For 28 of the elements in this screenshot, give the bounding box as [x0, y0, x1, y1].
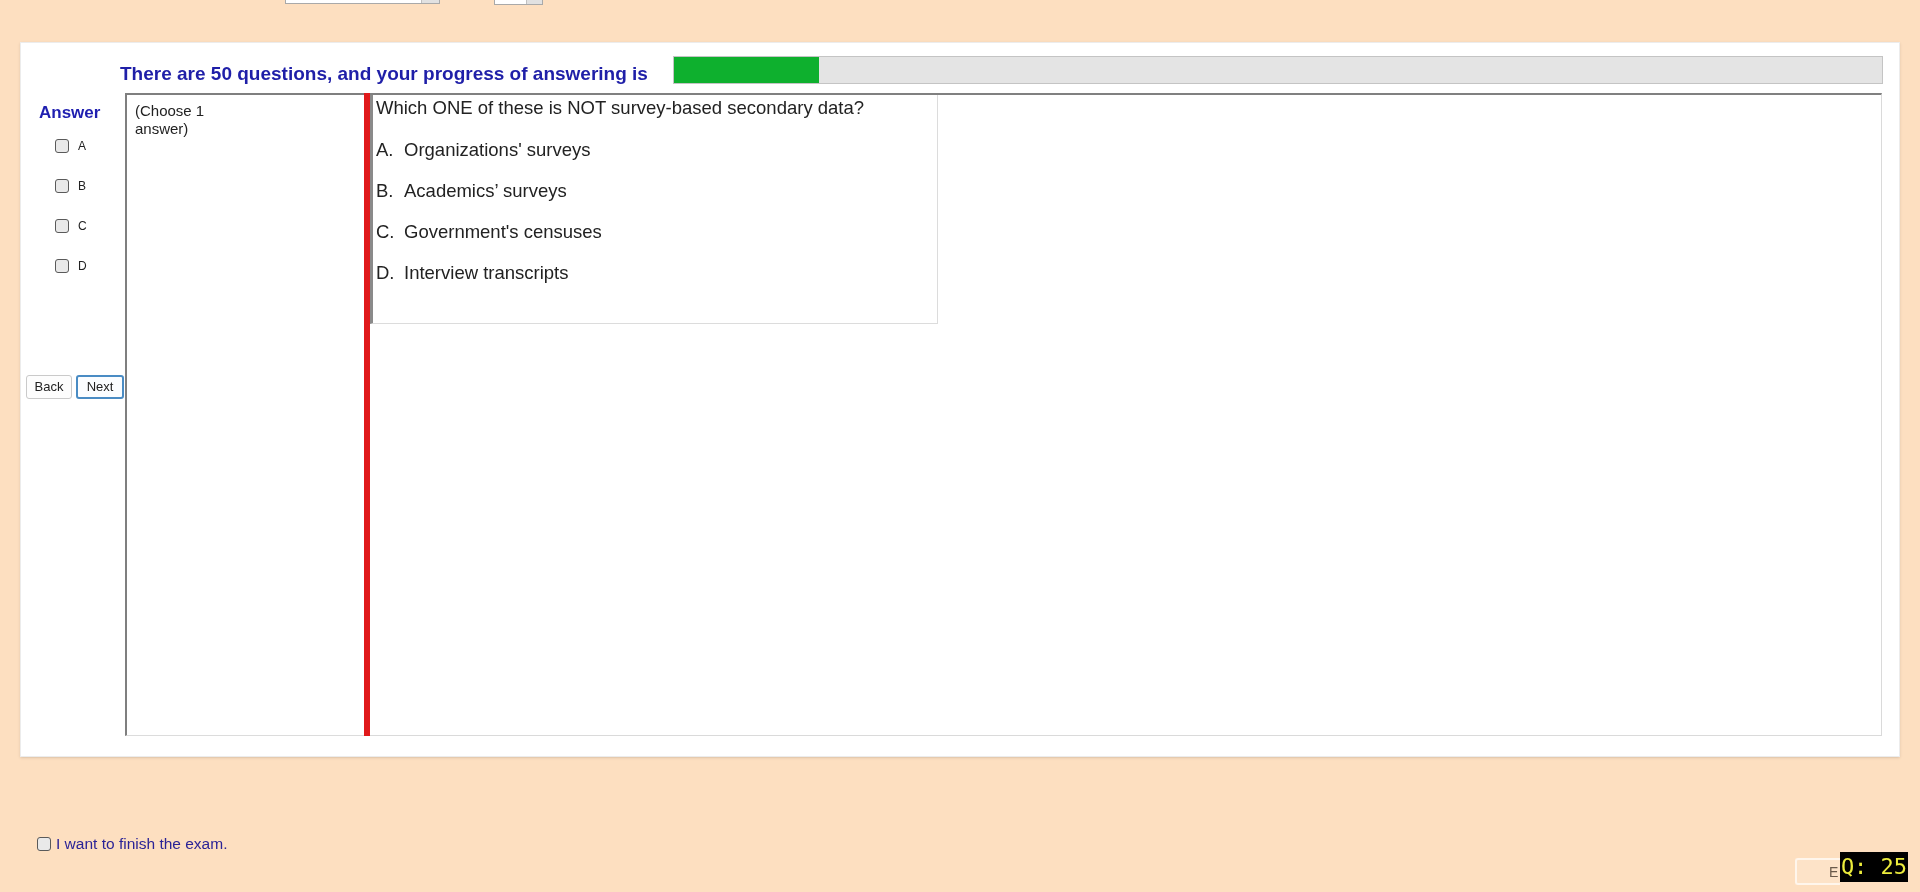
checkbox[interactable] — [55, 179, 69, 193]
input-field[interactable] — [494, 0, 543, 5]
option-letter: D. — [376, 261, 396, 284]
option-text: Organizations' surveys — [404, 138, 591, 161]
instruction-text: (Choose 1 answer) — [135, 102, 206, 138]
checkbox-label[interactable]: B — [78, 179, 86, 193]
question-number-badge: Q: 25 — [1840, 852, 1908, 882]
checkbox[interactable] — [55, 259, 69, 273]
checkbox[interactable] — [55, 219, 69, 233]
checkbox-label[interactable]: D — [78, 259, 87, 273]
checkbox-label[interactable]: C — [78, 219, 87, 233]
option-letter: B. — [376, 179, 395, 202]
exam-button[interactable]: E — [1795, 858, 1840, 885]
nav-button[interactable]: Next — [76, 375, 124, 399]
option-letter: C. — [376, 220, 396, 243]
option-text: Government's censuses — [404, 220, 602, 243]
answer-heading: Answer — [39, 103, 101, 123]
progress-text: There are 50 questions, and your progress of answering is — [120, 63, 649, 85]
dropdown-field[interactable] — [285, 0, 440, 4]
finish-checkbox[interactable] — [37, 837, 51, 851]
finish-label[interactable]: I want to finish the exam. — [56, 835, 228, 853]
question-text: Which ONE of these is NOT survey-based secondary data? — [376, 97, 866, 119]
option-text: Interview transcripts — [404, 261, 569, 284]
checkbox[interactable] — [55, 139, 69, 153]
nav-button[interactable]: Back — [26, 375, 72, 399]
option-text: Academics’ surveys — [404, 179, 567, 202]
checkbox-label[interactable]: A — [78, 139, 86, 153]
option-letter: A. — [376, 138, 395, 161]
